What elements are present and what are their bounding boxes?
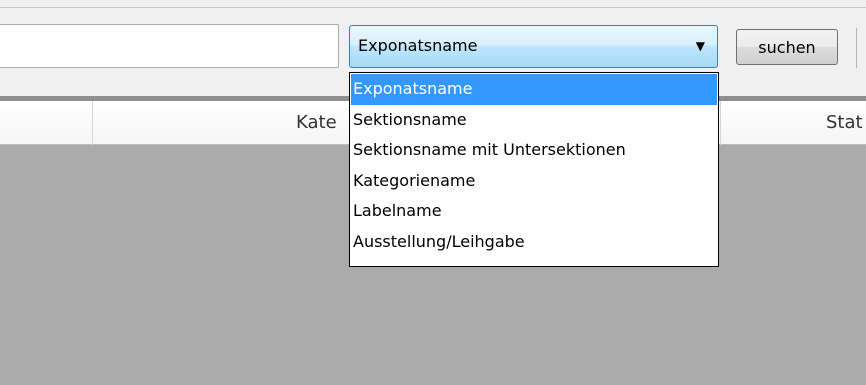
- dropdown-option[interactable]: Kategoriename: [351, 166, 717, 197]
- top-divider: [0, 7, 866, 8]
- search-type-select[interactable]: Exponatsname ▼: [349, 25, 718, 68]
- search-type-dropdown-list: Exponatsname Sektionsname Sektionsname m…: [349, 72, 719, 267]
- column-header-kategorie[interactable]: Kate: [296, 112, 337, 133]
- column-separator[interactable]: [92, 101, 93, 145]
- dropdown-arrow-icon: ▼: [695, 39, 705, 53]
- dropdown-option[interactable]: Sektionsname mit Untersektionen: [351, 135, 717, 166]
- dropdown-option[interactable]: Labelname: [351, 196, 717, 227]
- column-separator[interactable]: [720, 101, 721, 145]
- search-input[interactable]: [0, 24, 339, 68]
- dropdown-option[interactable]: Exponatsname: [351, 74, 717, 105]
- column-header-status[interactable]: Stat: [826, 112, 863, 133]
- dropdown-option[interactable]: Ausstellung/Leihgabe: [351, 227, 717, 258]
- search-type-selected-value: Exponatsname: [358, 36, 478, 55]
- dropdown-option[interactable]: Sektionsname: [351, 105, 717, 136]
- window-edge-divider: [856, 28, 857, 68]
- search-button[interactable]: suchen: [736, 29, 838, 65]
